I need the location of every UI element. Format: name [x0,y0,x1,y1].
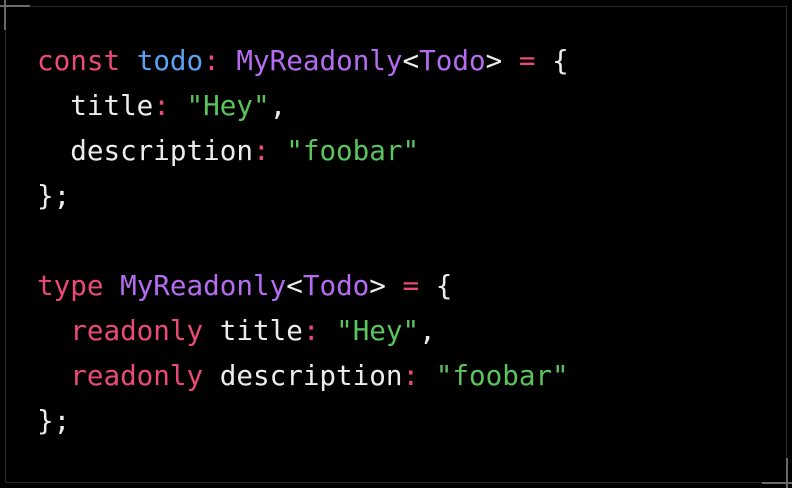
code-token: < [286,269,303,302]
code-line: const todo: MyReadonly<Todo> = { [37,38,569,83]
code-token: = [518,44,536,77]
code-token: todo [136,44,204,77]
code-token: }; [37,179,71,212]
code-token: Todo [302,269,370,302]
code-token: "foobar" [286,134,420,167]
code-token: "foobar" [435,359,569,392]
code-token: < [402,44,420,77]
code-token: readonly [70,314,204,347]
code-token: > [485,44,503,77]
code-token: > [369,269,386,302]
code-line: title: "Hey", [37,83,569,128]
corner-mark-bottom-right [786,458,788,488]
code-token: : [203,44,220,77]
code-line: readonly title: "Hey", [37,308,569,353]
code-token: : [252,134,270,167]
code-line: description: "foobar" [37,128,569,173]
code-token: = [402,269,420,302]
code-token: MyReadonly [236,44,403,77]
code-token: MyReadonly [120,269,287,302]
code-token: : [153,89,170,122]
code-token: , [419,314,436,347]
code-token: readonly [70,359,204,392]
code-token: title [203,314,303,347]
code-block: const todo: MyReadonly<Todo> = { title: … [37,38,569,443]
code-line: type MyReadonly<Todo> = { [37,263,569,308]
code-token: }; [37,404,71,437]
code-token: title [37,89,154,122]
code-token: "Hey" [336,314,420,347]
code-token: { [419,269,453,302]
code-token: : [302,314,320,347]
code-token: const [37,44,121,77]
code-token: , [269,89,287,122]
code-token: "Hey" [186,89,270,122]
code-token: type [37,269,104,302]
code-token: : [402,359,420,392]
code-line: readonly description: "foobar" [37,353,569,398]
code-token: Todo [419,44,486,77]
code-line: }; [37,398,569,443]
code-token: description [37,134,253,167]
code-line: }; [37,173,569,218]
code-token: { [535,44,569,77]
corner-mark-top-left [4,0,6,30]
code-token: description [203,359,403,392]
